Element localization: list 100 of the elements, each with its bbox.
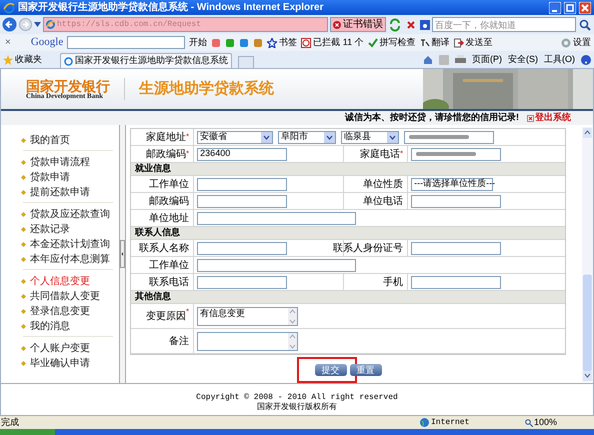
select-field[interactable]: ---请选择单位性质--- [411, 178, 494, 190]
toolbar-app-icon[interactable] [225, 38, 236, 48]
select-field[interactable]: 安徽省 [197, 130, 274, 144]
field-label: 单位性质 [363, 178, 404, 192]
toolbar-close-button[interactable]: × [3, 35, 13, 50]
toolbar-app-icon[interactable] [239, 38, 250, 48]
field-label: 工作单位 [149, 258, 190, 272]
system-title: 生源地助学贷款系统 [139, 78, 274, 99]
logout-link[interactable]: 登出系统 [527, 111, 571, 125]
input-field[interactable] [197, 242, 288, 254]
input-field[interactable] [197, 212, 356, 224]
maximize-button[interactable] [564, 2, 576, 14]
checkmark-icon [368, 38, 378, 48]
favorites-button[interactable]: 收藏夹 [3, 52, 42, 68]
toolbar-button[interactable]: 书签 [267, 36, 298, 50]
copyright-owner: 国家开发银行版权所有 [257, 402, 337, 411]
home-icon[interactable] [423, 55, 433, 65]
new-tab-button[interactable] [238, 56, 254, 68]
start-button[interactable] [0, 429, 55, 435]
required-marker: * [186, 306, 190, 318]
zone-text: Internet [431, 416, 470, 428]
scrollbar-drawing[interactable] [582, 125, 593, 384]
command-menu[interactable]: 页面(P) [472, 53, 502, 67]
toolbar-button[interactable]: 发送至 [454, 36, 493, 50]
command-menu[interactable]: 工具(O) [544, 53, 575, 67]
bullet-icon [21, 175, 26, 180]
dropdown-icon[interactable] [34, 22, 41, 27]
blocked-popup-icon [301, 38, 312, 48]
star-icon [3, 55, 13, 65]
toolbar-app-icon[interactable] [253, 38, 264, 48]
minimize-button[interactable] [549, 2, 561, 14]
toolbar-search-field[interactable] [67, 36, 186, 49]
input-field[interactable] [411, 242, 502, 254]
input-field[interactable] [197, 194, 288, 208]
redacted-field[interactable] [404, 130, 494, 144]
sidebar-item[interactable]: 还款记录 [21, 222, 114, 237]
sidebar-item[interactable]: 我的首页 [21, 133, 114, 148]
sidebar-item[interactable]: 登录信息变更 [21, 304, 114, 319]
bullet-icon [21, 279, 26, 284]
input-field[interactable] [411, 194, 502, 208]
sidebar-item[interactable]: 贷款及应还款查询 [21, 207, 114, 222]
bullet-icon [21, 227, 26, 232]
text-area[interactable]: 有信息变更 [197, 306, 298, 326]
command-menu[interactable]: 安全(S) [508, 53, 538, 67]
section-heading: 联系人信息 [135, 226, 180, 240]
close-button[interactable] [579, 2, 591, 14]
input-field[interactable] [197, 276, 288, 288]
bullet-icon [21, 242, 26, 247]
help-icon[interactable] [581, 55, 591, 65]
google-logo: Google [30, 35, 64, 50]
sidebar-item[interactable]: 贷款申请流程 [21, 155, 114, 170]
bullet-icon [21, 294, 26, 299]
toolbar-button[interactable]: 翻译 [420, 36, 450, 50]
certificate-error-button[interactable]: 证书错误 [330, 17, 386, 32]
send-icon [454, 38, 464, 48]
sidebar-item[interactable]: 贷款申请 [21, 170, 114, 185]
translate-icon [420, 38, 430, 48]
toolbar-button[interactable]: 拼写检查 [368, 36, 416, 50]
input-field[interactable] [197, 258, 356, 272]
scrollbar-drawing [288, 308, 298, 324]
sidebar-item[interactable]: 提前还款申请 [21, 185, 114, 200]
input-field[interactable]: 236400 [197, 148, 288, 160]
browser-tab[interactable]: 国家开发银行生源地助学贷款信息系统 [60, 53, 232, 68]
select-field[interactable]: 阜阳市 [278, 130, 336, 144]
select-field[interactable]: 临泉县 [341, 130, 400, 144]
settings-icon [561, 38, 571, 48]
scrollbar-drawing [288, 332, 298, 350]
sidebar-item[interactable]: 本年应付本息测算 [21, 252, 114, 267]
redacted-field[interactable] [411, 148, 502, 160]
sidebar-item[interactable]: 我的消息 [21, 319, 114, 334]
collapse-handle-icon[interactable] [120, 240, 126, 268]
toolbar-button[interactable]: 开始 [189, 36, 208, 50]
zoom-button[interactable]: 100% [525, 416, 558, 430]
input-field[interactable] [411, 276, 502, 288]
required-marker: * [186, 131, 190, 143]
field-label: 家庭电话 [360, 148, 400, 162]
text-area[interactable] [197, 332, 298, 350]
sidebar-item[interactable]: 共同借款人变更 [21, 289, 114, 304]
sidebar-item[interactable]: 个人信息变更 [21, 274, 114, 289]
sidebar-item[interactable]: 毕业确认申请 [21, 356, 114, 371]
sidebar-item[interactable]: 个人账户变更 [21, 341, 114, 356]
toolbar-button[interactable]: 设置 [561, 36, 591, 50]
back-icon[interactable] [2, 17, 17, 32]
form-button[interactable]: 提交 [314, 364, 347, 376]
slogan-text: 诚信为本、按时还贷，请珍惜您的信用记录! [345, 111, 519, 124]
field-label: 备注 [169, 334, 190, 348]
input-field[interactable] [197, 178, 288, 190]
bullet-icon [21, 324, 26, 329]
field-label: 工作单位 [149, 178, 190, 192]
bullet-icon [21, 309, 26, 314]
sidebar-item[interactable]: 本金还款计划查询 [21, 237, 114, 252]
toolbar-app-icon[interactable] [211, 38, 222, 48]
field-label: 联系电话 [149, 276, 190, 290]
refresh-icon[interactable] [388, 18, 402, 32]
toolbar-button[interactable]: 已拦截 11 个 [301, 36, 364, 50]
search-field[interactable]: 百度一下，你就知道 [432, 17, 576, 32]
form-button[interactable]: 重置 [350, 364, 382, 376]
bullet-icon [21, 190, 26, 195]
search-icon[interactable] [578, 18, 592, 32]
print-icon[interactable] [455, 55, 466, 65]
